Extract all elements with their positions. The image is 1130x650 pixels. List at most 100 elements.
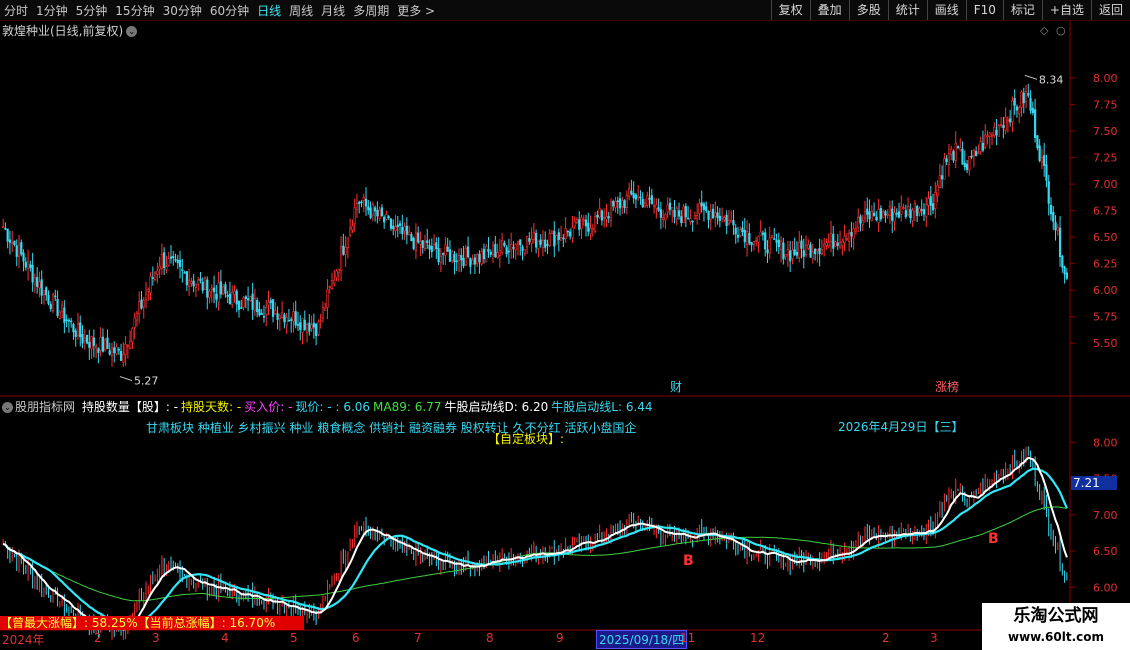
candle-body xyxy=(115,346,118,355)
candle-body xyxy=(147,289,150,292)
date-label-1: 2 xyxy=(94,631,102,645)
candle-body xyxy=(144,293,148,301)
candle-body xyxy=(8,239,12,243)
candle-body xyxy=(417,232,420,243)
candle-body xyxy=(335,270,338,278)
candle-body xyxy=(460,254,463,261)
candle-body xyxy=(364,198,368,207)
indicator-value-2: 买入价: - xyxy=(244,400,293,414)
candle-body xyxy=(897,211,901,218)
candle-body xyxy=(988,132,991,137)
candle-body xyxy=(857,217,860,228)
candle-body xyxy=(1022,92,1025,104)
candle-body xyxy=(535,232,538,248)
candle-body xyxy=(276,313,279,320)
concept-tag-9[interactable]: 活跃小盘国企 xyxy=(564,421,636,435)
candle-body xyxy=(800,240,803,249)
candle-body xyxy=(841,240,844,246)
candle-body xyxy=(423,241,427,249)
candle-body xyxy=(324,307,327,311)
candle-body xyxy=(954,142,957,161)
indicator-name[interactable]: 股朋指标网 xyxy=(15,400,75,414)
candle-body xyxy=(108,350,111,355)
candle-body xyxy=(237,301,241,310)
concept-tag-5[interactable]: 供销社 xyxy=(369,421,409,435)
candle-body xyxy=(285,316,288,326)
candle-body xyxy=(852,228,855,239)
candle-body xyxy=(759,231,762,237)
candle-body xyxy=(176,259,179,264)
candle-body xyxy=(194,283,198,288)
event-badge-0[interactable]: 财 xyxy=(670,380,682,394)
candle-body xyxy=(990,134,994,137)
candle-body xyxy=(1052,211,1055,222)
candle-body xyxy=(1004,116,1007,131)
chevron-down-icon[interactable]: ⌄ xyxy=(2,402,13,413)
close-icon[interactable]: ○ xyxy=(1056,24,1066,37)
candle-body xyxy=(578,219,581,230)
concept-tag-1[interactable]: 种植业 xyxy=(198,421,238,435)
watermark-url: www.60lt.com xyxy=(1007,630,1105,644)
candle-body xyxy=(668,202,672,210)
candle-body xyxy=(224,284,227,294)
candle-body xyxy=(587,222,590,232)
candle-body xyxy=(473,257,476,265)
concept-tag-0[interactable]: 甘肃板块 xyxy=(146,421,198,435)
candle-body xyxy=(349,227,352,236)
event-badge-1[interactable]: 涨榜 xyxy=(935,379,959,394)
candle-body xyxy=(559,237,563,241)
candle-body xyxy=(1031,107,1034,114)
candle-body xyxy=(430,245,433,252)
candle-body xyxy=(705,206,708,211)
candle-body xyxy=(83,337,86,342)
candle-body xyxy=(512,247,515,249)
candle-body xyxy=(600,210,604,221)
candle-body xyxy=(510,244,513,251)
candle-body xyxy=(81,333,84,344)
concept-tag-2[interactable]: 乡村振兴 xyxy=(238,421,290,435)
candle-body xyxy=(133,317,136,328)
candle-body xyxy=(281,312,284,318)
candle-body xyxy=(42,290,46,296)
candle-body xyxy=(494,244,497,257)
candle-body xyxy=(471,259,474,265)
candle-body xyxy=(426,240,429,243)
candle-body xyxy=(920,209,923,211)
candle-body xyxy=(310,324,313,329)
candle-body xyxy=(6,228,9,242)
candle-body xyxy=(673,210,676,217)
candle-body xyxy=(641,198,644,208)
candle-body xyxy=(92,337,95,346)
candle-body xyxy=(453,253,456,263)
price-chart[interactable]: ◇ ○ 8.00 7.75 7.50 7.25 7.00 6.75 6.50 6.25 6.00 5.… xyxy=(0,0,1130,650)
date-note: 2026年4月29日【三】 xyxy=(838,420,964,434)
candle-body xyxy=(169,256,173,259)
diamond-icon[interactable]: ◇ xyxy=(1040,24,1049,37)
candle-body xyxy=(401,226,404,235)
candle-body xyxy=(621,200,624,207)
candle-body xyxy=(421,240,424,248)
candle-body xyxy=(246,298,250,301)
candle-body xyxy=(183,271,186,274)
candle-body xyxy=(931,203,935,211)
concept-tag-6[interactable]: 融资融券 xyxy=(409,421,461,435)
candle-body xyxy=(339,246,343,271)
concept-tag-4[interactable]: 粮食概念 xyxy=(317,421,369,435)
candle-body xyxy=(192,280,195,287)
candle-body xyxy=(61,304,64,312)
candle-body xyxy=(689,218,692,222)
candle-body xyxy=(594,215,597,232)
candle-body xyxy=(950,148,953,155)
candle-body xyxy=(786,249,789,256)
candle-body xyxy=(337,268,340,274)
candle-body xyxy=(519,239,522,246)
candle-body xyxy=(591,228,594,231)
candle-body xyxy=(734,227,737,235)
candle-body xyxy=(700,202,703,207)
candle-body xyxy=(541,240,545,248)
candle-body xyxy=(231,291,234,305)
candle-body xyxy=(353,207,356,224)
candle-body xyxy=(56,298,59,316)
concept-tag-3[interactable]: 种业 xyxy=(289,421,317,435)
date-label-11: 12 xyxy=(750,631,766,645)
